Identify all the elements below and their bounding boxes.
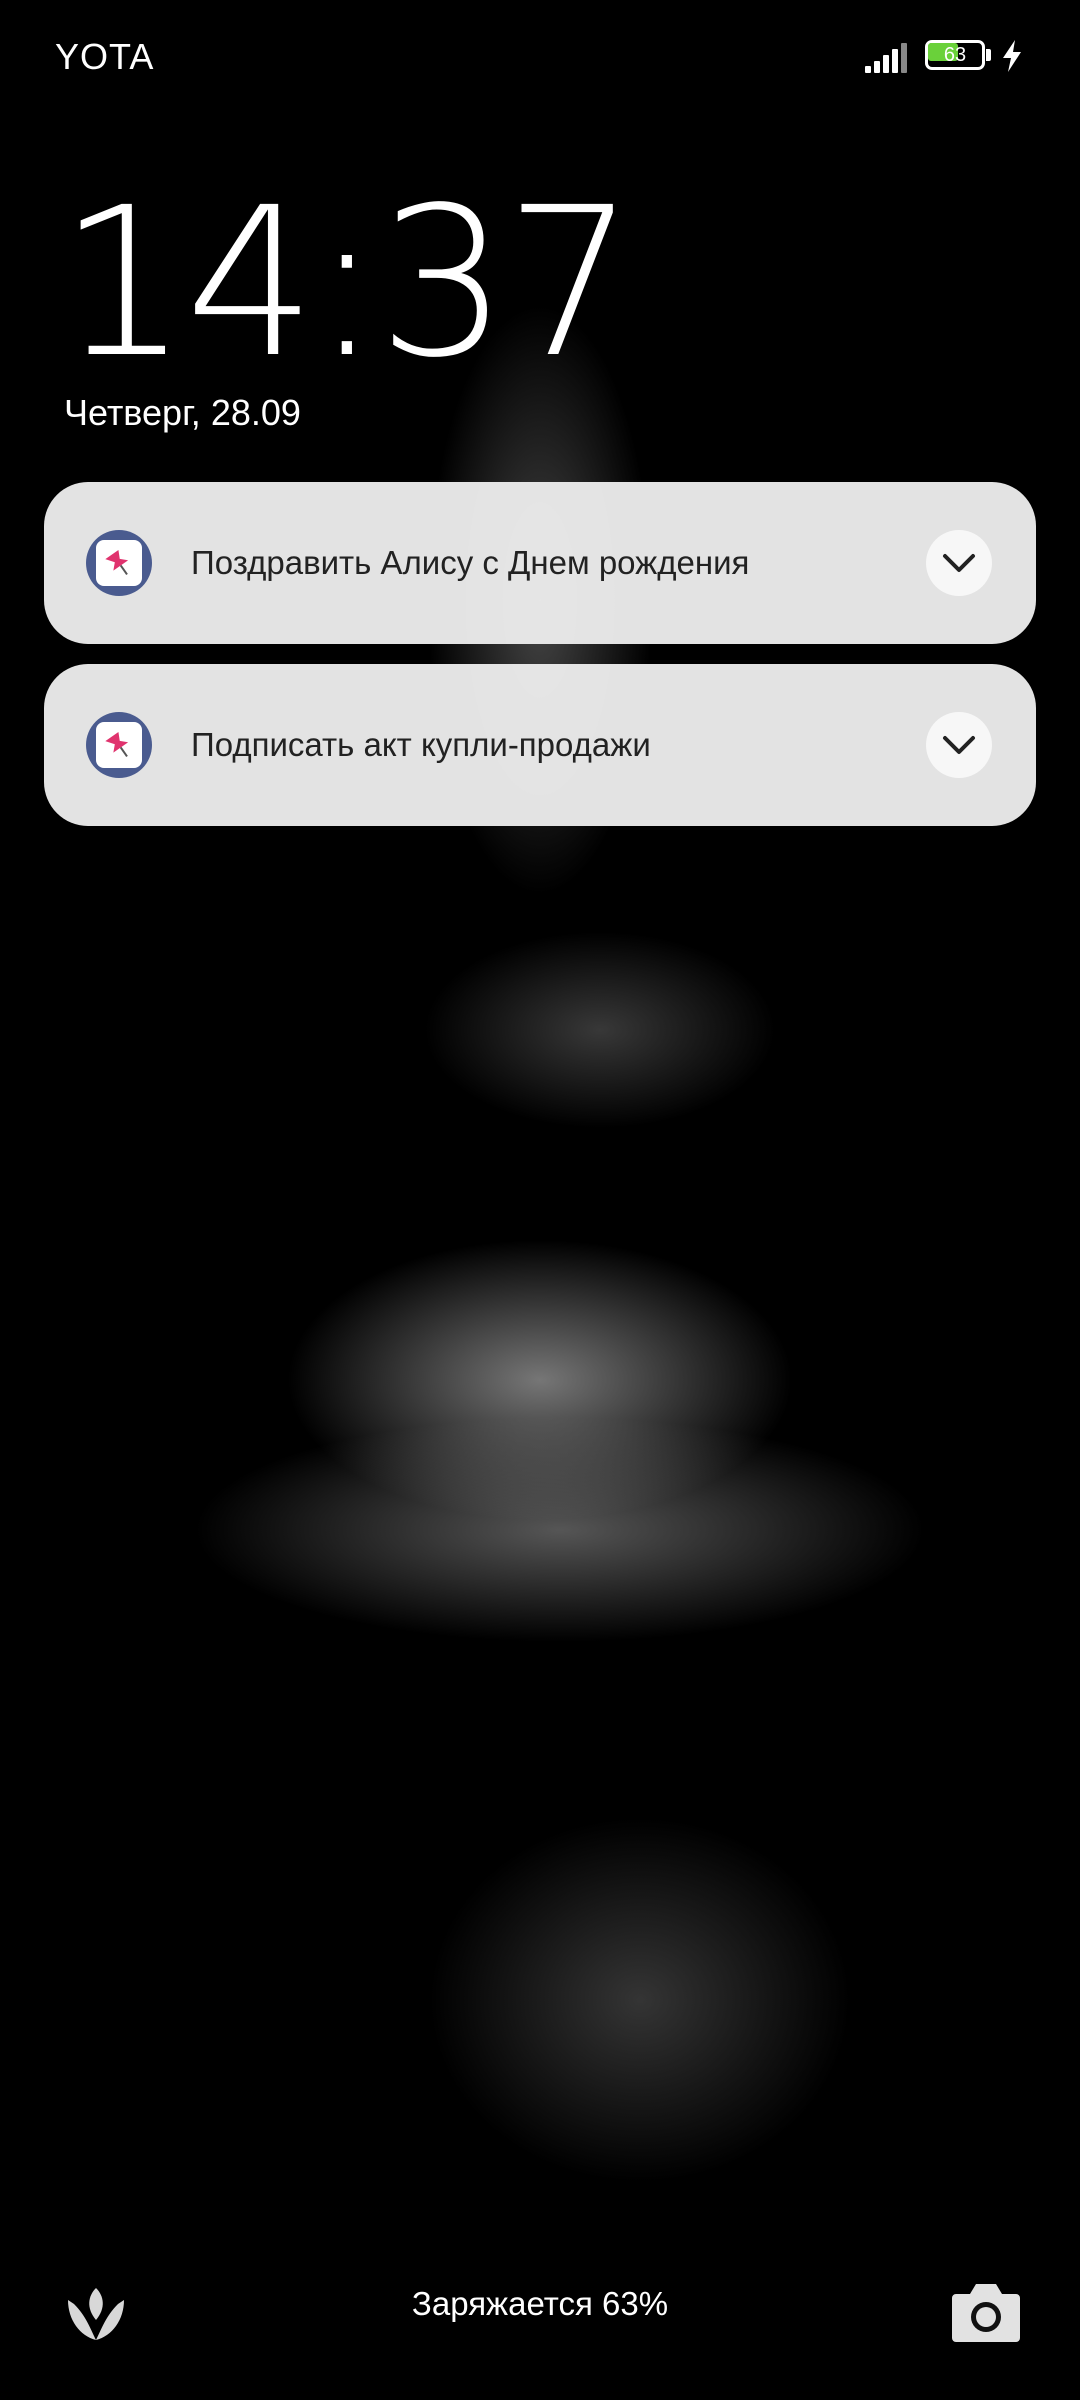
charging-status: Заряжается 63%	[411, 2285, 669, 2322]
pin-app-icon	[86, 530, 152, 596]
notification-title: Поздравить Алису с Днем рождения	[191, 544, 750, 581]
notification-title: Подписать акт купли-продажи	[191, 726, 651, 763]
battery-tip	[986, 49, 991, 61]
expand-notification-button[interactable]	[926, 530, 992, 596]
pushpin-icon	[105, 731, 129, 758]
chevron-down-icon	[943, 736, 975, 754]
signal-bars-icon	[865, 43, 907, 73]
status-bar: YOTA 63	[0, 0, 1080, 118]
chevron-down-icon	[943, 554, 975, 572]
lockscreen-clock: 14:37	[58, 163, 636, 403]
lockscreen-date: Четверг, 28.09	[64, 392, 301, 433]
pushpin-icon	[105, 549, 129, 576]
carrier-name: YOTA	[55, 36, 155, 77]
expand-notification-button[interactable]	[926, 712, 992, 778]
battery-level-text: 63	[943, 44, 967, 66]
notification-card[interactable]: Поздравить Алису с Днем рождения	[44, 482, 1036, 644]
camera-icon[interactable]	[950, 2278, 1022, 2344]
battery-indicator: 63	[925, 40, 995, 74]
notification-card[interactable]: Подписать акт купли-продажи	[44, 664, 1036, 826]
pin-app-icon	[86, 712, 152, 778]
lock-screen: YOTA 63 14:37 Четверг, 28.09 Поздравить …	[0, 0, 1080, 2400]
bolt-icon	[1003, 40, 1021, 72]
